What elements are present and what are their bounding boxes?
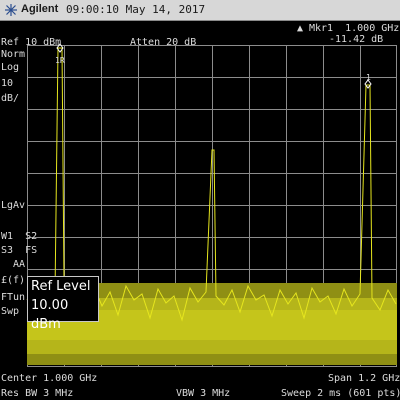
center-frequency: Center 1.000 GHz xyxy=(1,373,98,384)
timestamp: 09:00:10 May 14, 2017 xyxy=(66,3,206,16)
video-bandwidth: VBW 3 MHz xyxy=(176,388,231,399)
freq-tune: FTun xyxy=(1,292,26,303)
trace-flags-2: S3 FS xyxy=(1,245,38,256)
sweep-mode: Swp xyxy=(1,306,20,317)
agilent-logo-icon xyxy=(5,4,17,16)
sweep-time: Sweep 2 ms (601 pts) xyxy=(281,388,400,399)
marker-value: -11.42 dB xyxy=(329,34,384,45)
ref-level-entry-box[interactable]: Ref Level 10.00 dBm xyxy=(27,276,99,332)
brand-name: Agilent xyxy=(21,3,59,15)
marker-readout: Mkr1 1.000 GHz xyxy=(309,23,400,34)
frequency-span: Span 1.2 GHz xyxy=(328,373,400,384)
title-bar: Agilent 09:00:10 May 14, 2017 xyxy=(0,0,400,21)
scale-value: 10 xyxy=(1,78,14,89)
marker-1r-label: 1R xyxy=(55,56,65,65)
ref-level-label: Ref 10 dBm xyxy=(1,37,62,48)
trace-flags-1: W1 S2 xyxy=(1,231,38,242)
average-type: LgAv xyxy=(1,200,26,211)
detector-mode: Norm xyxy=(1,49,26,60)
marker-triangle-icon: ▲ xyxy=(297,23,304,34)
attenuation-label: Atten 20 dB xyxy=(130,37,197,48)
trace-flags-3: AA xyxy=(13,259,26,270)
scale-type: Log xyxy=(1,62,20,73)
ref-level-entry-value: 10.00 dBm xyxy=(31,298,69,332)
scale-units: dB/ xyxy=(1,93,20,104)
ref-level-entry-label: Ref Level xyxy=(31,279,91,294)
marker-1-label: 1 xyxy=(366,73,371,82)
resolution-bandwidth: Res BW 3 MHz xyxy=(1,388,74,399)
